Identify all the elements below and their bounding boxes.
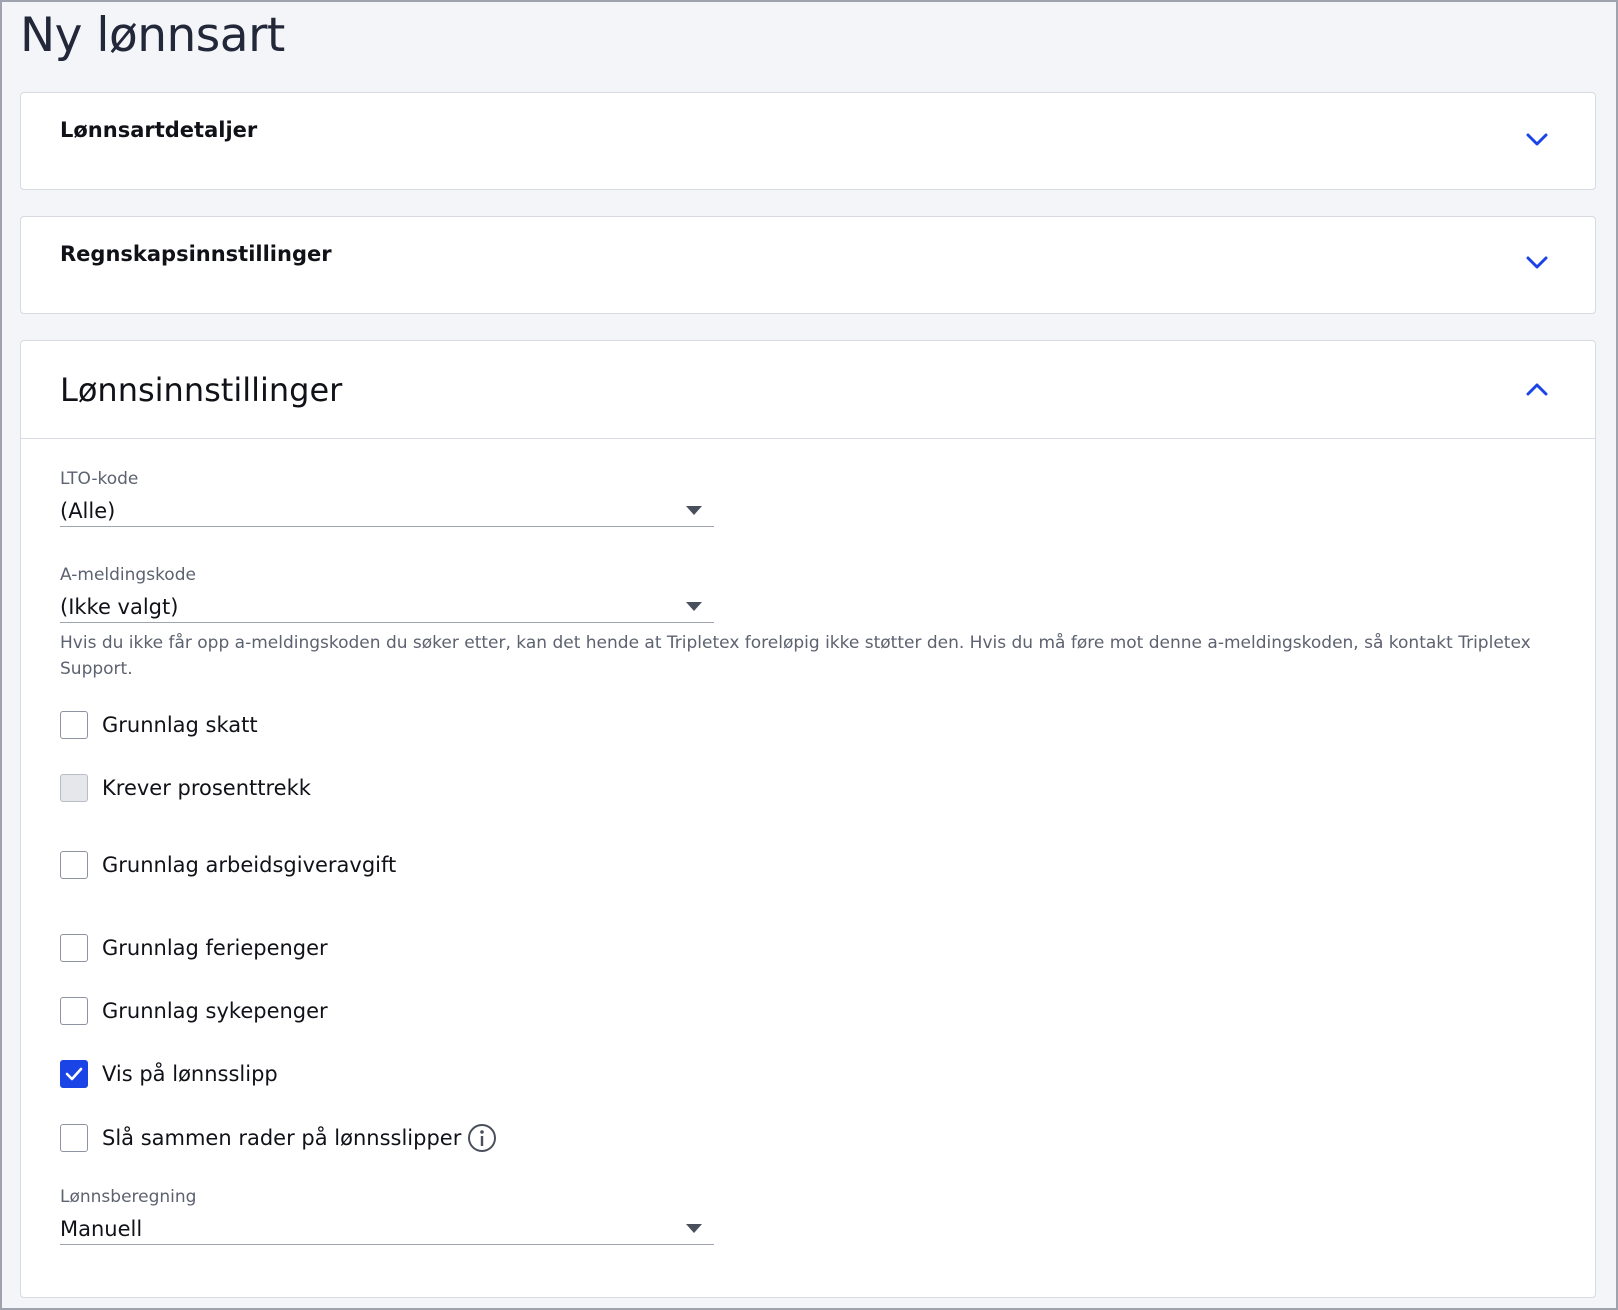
grunnlag-skatt-checkbox[interactable] — [60, 711, 88, 739]
section-title: Lønnsartdetaljer — [60, 118, 258, 142]
grunnlag-arbeidsgiveravgift-label: Grunnlag arbeidsgiveravgift — [102, 853, 397, 877]
lonnsberegning-select[interactable]: Manuell — [60, 1213, 714, 1245]
section-regnskapsinnstillinger[interactable]: Regnskapsinnstillinger — [20, 216, 1596, 314]
a-meldingskode-select[interactable]: (Ikke valgt) — [60, 591, 714, 623]
checkbox-row-grunnlag-feriepenger: Grunnlag feriepenger — [60, 934, 328, 962]
grunnlag-feriepenger-label: Grunnlag feriepenger — [102, 936, 328, 960]
lto-kode-value: (Alle) — [60, 498, 116, 523]
vis-pa-lonnsslipp-checkbox[interactable] — [60, 1060, 88, 1088]
grunnlag-skatt-label: Grunnlag skatt — [102, 713, 258, 737]
checkbox-row-krever-prosenttrekk: Krever prosenttrekk — [60, 774, 311, 802]
chevron-down-icon[interactable] — [1523, 249, 1551, 277]
lonnsberegning-field: Lønnsberegning Manuell — [60, 1187, 714, 1245]
sla-sammen-rader-checkbox[interactable] — [60, 1124, 88, 1152]
grunnlag-sykepenger-label: Grunnlag sykepenger — [102, 999, 328, 1023]
sla-sammen-rader-label: Slå sammen rader på lønnsslipper — [102, 1126, 462, 1150]
caret-down-icon — [686, 506, 702, 515]
lto-kode-select[interactable]: (Alle) — [60, 495, 714, 527]
caret-down-icon — [686, 602, 702, 611]
chevron-down-icon[interactable] — [1523, 126, 1551, 154]
checkbox-row-vis-pa-lonnsslipp: Vis på lønnsslipp — [60, 1060, 278, 1088]
grunnlag-feriepenger-checkbox[interactable] — [60, 934, 88, 962]
lto-kode-label: LTO-kode — [60, 469, 139, 489]
a-meldingskode-help-text: Hvis du ikke får opp a-meldingskoden du … — [60, 633, 1531, 679]
lonnsberegning-value: Manuell — [60, 1216, 143, 1241]
section-header[interactable]: Lønnsinnstillinger — [21, 341, 1595, 439]
a-meldingskode-field: A-meldingskode (Ikke valgt) — [60, 565, 714, 623]
a-meldingskode-label: A-meldingskode — [60, 565, 196, 585]
info-icon[interactable] — [467, 1123, 497, 1153]
section-title: Lønnsinnstillinger — [60, 371, 343, 409]
section-lonnsinnstillinger: Lønnsinnstillinger LTO-kode (Alle) A-mel… — [20, 340, 1596, 1298]
checkmark-icon — [65, 1067, 83, 1081]
section-title: Regnskapsinnstillinger — [60, 242, 332, 266]
checkbox-row-grunnlag-skatt: Grunnlag skatt — [60, 711, 258, 739]
page-title: Ny lønnsart — [20, 8, 285, 63]
grunnlag-arbeidsgiveravgift-checkbox[interactable] — [60, 851, 88, 879]
caret-down-icon — [686, 1224, 702, 1233]
lonnsberegning-label: Lønnsberegning — [60, 1187, 197, 1207]
a-meldingskode-value: (Ikke valgt) — [60, 594, 179, 619]
krever-prosenttrekk-label: Krever prosenttrekk — [102, 776, 311, 800]
chevron-up-icon[interactable] — [1523, 375, 1551, 403]
vis-pa-lonnsslipp-label: Vis på lønnsslipp — [102, 1062, 278, 1086]
grunnlag-sykepenger-checkbox[interactable] — [60, 997, 88, 1025]
krever-prosenttrekk-checkbox — [60, 774, 88, 802]
checkbox-row-sla-sammen-rader: Slå sammen rader på lønnsslipper — [60, 1123, 497, 1153]
checkbox-row-grunnlag-sykepenger: Grunnlag sykepenger — [60, 997, 328, 1025]
checkbox-row-grunnlag-arbeidsgiveravgift: Grunnlag arbeidsgiveravgift — [60, 851, 396, 879]
section-lonnsartdetaljer[interactable]: Lønnsartdetaljer — [20, 92, 1596, 190]
lto-kode-field: LTO-kode (Alle) — [60, 469, 714, 527]
